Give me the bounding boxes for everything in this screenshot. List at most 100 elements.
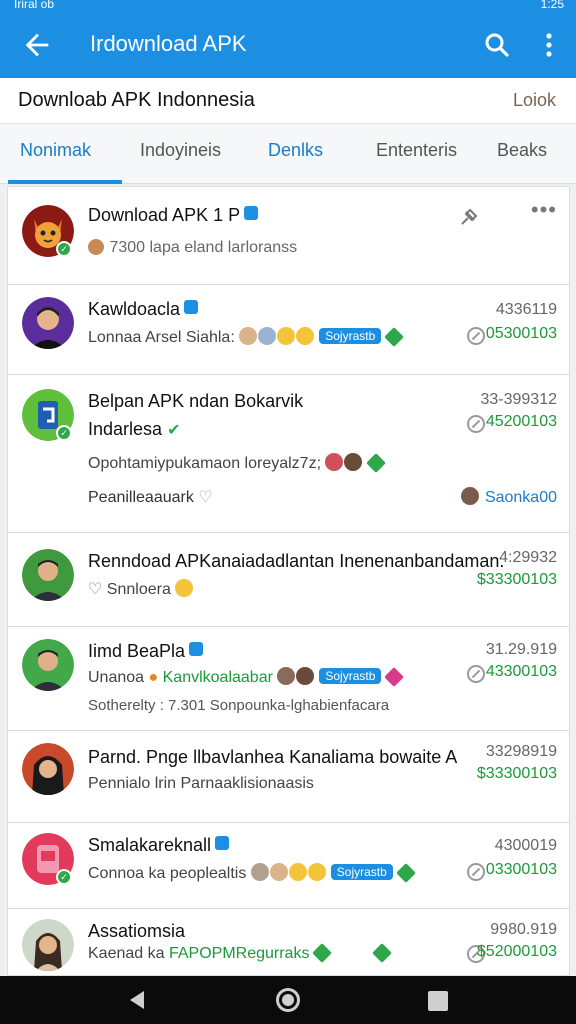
list-item[interactable]: Assatiomsia Kaenad ka FAPOPMRegurraks 99… [8,909,569,975]
emoji-icon [277,327,296,345]
more-options-icon[interactable]: ••• [531,199,557,221]
heart-outline-icon: ♡ [198,489,213,506]
tab-ententeris[interactable]: Ententeris [376,140,457,161]
gem-icon [384,327,405,347]
list-item[interactable]: ✓ Smalakareknall Connoa ka peoplealtis S… [8,823,569,909]
active-tab-indicator [8,180,122,184]
tab-bar: Nonimak Indoyineis Denlks Ententeris Bea… [0,124,576,184]
verified-badge-icon [244,206,259,220]
user-avatar-icon [461,487,480,505]
item-count: 4300019 [494,837,557,854]
status-tag: Sojyrastb [319,328,382,344]
emoji-icon [277,667,296,685]
list-item[interactable]: Kawldoacla Lonnaa Arsel Siahla: Sojyrast… [8,285,569,375]
nav-recents-icon[interactable] [428,991,448,1011]
item-secondary: Sotherelty : 7.301 Sonpounka-lghabienfac… [88,697,390,714]
avatar [22,297,74,349]
list-item[interactable]: ✓ Belpan APK ndan Bokarvik Indarlesa ✔ O… [8,375,569,533]
item-title: Kawldoacla [88,299,199,320]
item-subtitle: Opohtamiypukamaon loreyalz7z; [88,453,387,473]
tab-nonimak[interactable]: Nonimak [20,140,91,161]
tab-denlks[interactable]: Denlks [268,140,323,161]
list-item[interactable]: Iimd BeaPla Unanoa ● Kanvlkoalaabar Sojy… [8,627,569,731]
sub-header-action[interactable]: Loiok [513,90,556,111]
item-user: Saonka00 [461,487,557,507]
avatar [22,919,74,971]
app-title: Irdownload APK [90,31,247,56]
item-amount: 03300103 [485,861,557,878]
item-count: 31.29.919 [485,641,557,658]
item-title: Parnd. Pnge llbavlanhea Kanaliama bowait… [88,747,458,767]
conversation-list: ✓ Download APK 1 P 7300 lapa eland larlo… [7,186,570,976]
tab-beaks[interactable]: Beaks [497,140,547,161]
gem-icon [366,453,387,473]
list-item[interactable]: Parnd. Pnge llbavlanhea Kanaliama bowait… [8,731,569,823]
item-count: 33298919 [485,743,557,760]
item-amount: 45200103 [485,413,557,430]
emoji-icon [307,863,326,881]
emoji-icon [288,863,307,881]
share-icon[interactable] [467,327,485,345]
item-subtitle: Pennialo lrin Parnaaklisionaasis [88,775,314,792]
status-bar: Iriral ob 1:25 [0,0,576,14]
status-tag: Sojyrastb [319,668,382,684]
avatar [22,639,74,691]
emoji-icon [250,863,269,881]
item-subtitle: Unanoa ● Kanvlkoalaabar Sojyrastb [88,667,405,687]
system-nav-bar [0,976,576,1024]
emoji-icon [344,453,363,471]
emoji-icon [296,667,315,685]
avatar [22,549,74,601]
verified-check-icon: ✓ [56,869,72,885]
status-left-text: Iriral ob [14,0,55,11]
item-subtitle: Lonnaa Arsel Siahla: Sojyrastb [88,327,405,347]
item-amount: $33300103 [476,571,557,588]
share-icon[interactable] [467,665,485,683]
pin-icon[interactable] [457,205,481,229]
verified-badge-icon [184,300,199,314]
item-subtitle: Connoa ka peoplealtis Sojyrastb [88,863,416,883]
item-count: 9980.919 [490,921,557,938]
item-subtitle: ♡ Snnloera [88,579,194,599]
item-title: Assatiomsia [88,921,186,941]
verified-badge-icon [189,642,204,656]
item-title: Iimd BeaPla [88,641,204,662]
item-title-line2: Indarlesa ✔ [88,419,181,439]
emoji-icon [325,453,344,471]
item-title: Smalakareknall [88,835,230,856]
tab-indoyineis[interactable]: Indoyineis [140,140,221,161]
item-count: 33-399312 [480,391,557,408]
item-title: Belpan APK ndan Bokarvik [88,391,304,411]
nav-back-icon[interactable] [126,989,148,1011]
share-icon[interactable] [467,415,485,433]
list-item[interactable]: ✓ Download APK 1 P 7300 lapa eland larlo… [8,187,569,285]
avatar [22,743,74,795]
item-count: 4336119 [495,301,557,318]
gem-icon [312,943,333,963]
item-title: Download APK 1 P [88,205,259,226]
emoji-icon [269,863,288,881]
verified-badge-icon [215,836,230,850]
emoji-icon [175,579,194,597]
search-icon[interactable] [482,30,512,60]
verified-check-icon: ✓ [56,425,72,441]
emoji-icon [258,327,277,345]
item-amount: $52000103 [476,943,557,960]
item-subtitle: 7300 lapa eland larloranss [88,239,297,257]
app-bar: Irdownload APK [0,14,576,78]
user-emoji-icon [88,239,104,255]
gem-icon [372,943,393,963]
nav-home-icon[interactable] [276,988,300,1012]
list-item[interactable]: Renndoad APKanaiadadlantan Inenenanbanda… [8,533,569,627]
share-icon[interactable] [467,863,485,881]
item-secondary: Peanilleaauark ♡ [88,489,213,506]
back-arrow-icon[interactable] [20,28,54,62]
location-icon: ● [148,669,159,686]
item-amount: $33300103 [476,765,557,782]
emoji-icon [239,327,258,345]
item-title: Renndoad APKanaiadadlantan Inenenanbanda… [88,551,505,571]
item-count: 4:29932 [499,549,557,566]
overflow-menu-icon[interactable] [538,30,560,60]
status-time: 1:25 [540,0,564,11]
item-subtitle: Kaenad ka FAPOPMRegurraks [88,943,393,963]
